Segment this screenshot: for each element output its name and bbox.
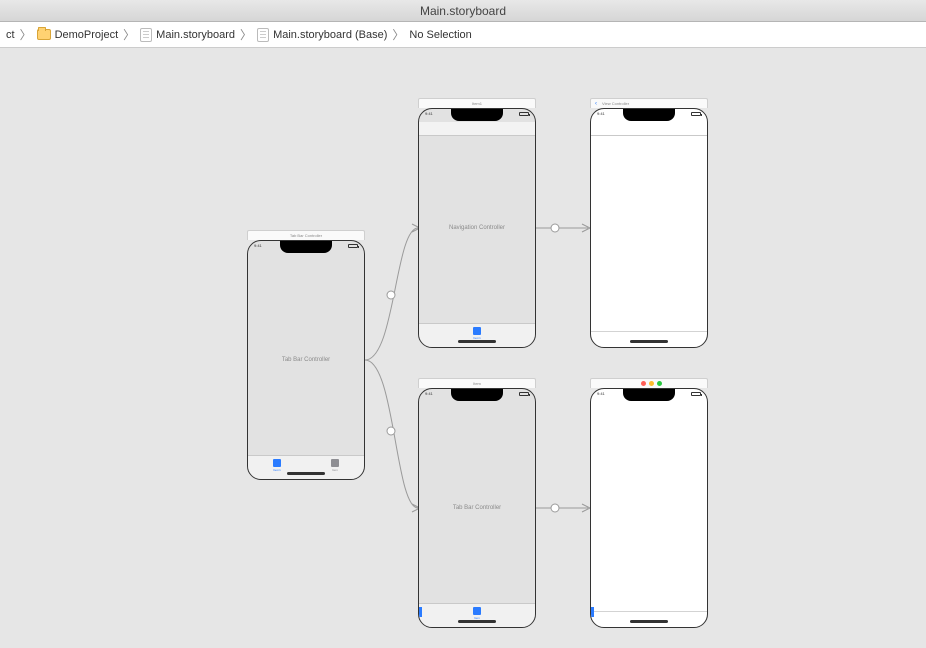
chevron-right-icon: 〉 <box>20 26 32 43</box>
controller-label: Navigation Controller <box>449 225 505 231</box>
controller-label: Tab Bar Controller <box>282 357 330 363</box>
home-indicator <box>458 620 496 623</box>
file-icon <box>140 28 152 42</box>
scene-title[interactable]: Item <box>418 378 536 388</box>
breadcrumb-label: DemoProject <box>55 29 119 41</box>
battery-icon <box>691 392 701 396</box>
status-time: 9:41 <box>425 391 433 396</box>
selection-indicator <box>419 607 422 617</box>
chevron-right-icon: 〉 <box>392 26 404 43</box>
phone-mockup[interactable]: 9:41 <box>590 388 708 628</box>
zoom-icon <box>657 381 662 386</box>
scene-title-label: Tab Bar Controller <box>290 233 322 238</box>
bottom-toolbar <box>591 611 707 627</box>
tab-item-inactive: Item <box>331 459 339 472</box>
bottom-toolbar <box>591 331 707 347</box>
notch-icon <box>280 241 332 253</box>
folder-icon <box>37 29 51 40</box>
home-indicator <box>630 620 668 623</box>
scene-view-controller-1[interactable]: View Controller 9:41 <box>590 98 708 348</box>
scene-title[interactable]: Item1 <box>418 98 536 108</box>
breadcrumb-item-storyboard[interactable]: Main.storyboard <box>140 28 235 42</box>
tab-item-active: Item1 <box>473 327 481 340</box>
breadcrumb-label: No Selection <box>409 29 471 41</box>
scene-title[interactable]: Tab Bar Controller <box>247 230 365 240</box>
controller-label: Tab Bar Controller <box>453 505 501 511</box>
battery-icon <box>691 112 701 116</box>
chevron-right-icon: 〉 <box>240 26 252 43</box>
breadcrumb-item-base[interactable]: Main.storyboard (Base) <box>257 28 387 42</box>
notch-icon <box>451 389 503 401</box>
home-indicator <box>630 340 668 343</box>
scene-view-controller-2[interactable]: 9:41 <box>590 378 708 628</box>
status-time: 9:41 <box>254 243 262 248</box>
battery-icon <box>519 392 529 396</box>
navigation-bar <box>591 122 707 136</box>
scene-navigation-controller[interactable]: Item1 9:41 Navigation Controller Item1 <box>418 98 536 348</box>
file-icon <box>257 28 269 42</box>
scene-tab-bar-controller[interactable]: Tab Bar Controller 9:41 Tab Bar Controll… <box>247 230 365 480</box>
close-icon <box>641 381 646 386</box>
square-icon <box>473 607 481 615</box>
back-chevron-icon <box>595 101 597 107</box>
breadcrumb-item-selection[interactable]: No Selection <box>409 29 471 41</box>
tab-label: Item1 <box>273 468 281 472</box>
square-icon <box>273 459 281 467</box>
minimize-icon <box>649 381 654 386</box>
breadcrumb-label: Main.storyboard <box>156 29 235 41</box>
tab-item-active: Item <box>473 607 481 620</box>
storyboard-canvas[interactable]: Tab Bar Controller 9:41 Tab Bar Controll… <box>0 48 926 648</box>
breadcrumb-label: Main.storyboard (Base) <box>273 29 387 41</box>
square-icon <box>331 459 339 467</box>
scene-tab-bar-controller-2[interactable]: Item 9:41 Tab Bar Controller Item <box>418 378 536 628</box>
selection-indicator <box>591 607 594 617</box>
breadcrumb: ct 〉 DemoProject 〉 Main.storyboard 〉 Mai… <box>0 22 926 48</box>
phone-mockup[interactable]: 9:41 Tab Bar Controller Item <box>418 388 536 628</box>
notch-icon <box>623 109 675 121</box>
notch-icon <box>451 109 503 121</box>
scene-title-label: Item <box>473 381 481 386</box>
breadcrumb-label: ct <box>6 29 15 41</box>
scene-title-label: View Controller <box>602 101 629 106</box>
breadcrumb-item-truncated[interactable]: ct <box>6 29 15 41</box>
status-time: 9:41 <box>597 111 605 116</box>
window-title: Main.storyboard <box>420 4 506 18</box>
window-titlebar: Main.storyboard <box>0 0 926 22</box>
phone-mockup[interactable]: 9:41 <box>590 108 708 348</box>
home-indicator <box>287 472 325 475</box>
tab-label: Item <box>332 468 338 472</box>
tab-bar: Item1 <box>419 323 535 347</box>
phone-mockup[interactable]: 9:41 Navigation Controller Item1 <box>418 108 536 348</box>
breadcrumb-item-project[interactable]: DemoProject <box>37 29 119 41</box>
status-time: 9:41 <box>597 391 605 396</box>
traffic-lights-icon <box>637 381 662 386</box>
scene-title[interactable] <box>590 378 708 388</box>
square-icon <box>473 327 481 335</box>
battery-icon <box>348 244 358 248</box>
tab-item-active: Item1 <box>273 459 281 472</box>
tab-bar: Item1 Item <box>248 455 364 479</box>
scene-title[interactable]: View Controller <box>590 98 708 108</box>
scene-title-label: Item1 <box>472 101 482 106</box>
notch-icon <box>623 389 675 401</box>
tab-bar: Item <box>419 603 535 627</box>
chevron-right-icon: 〉 <box>123 26 135 43</box>
status-time: 9:41 <box>425 111 433 116</box>
home-indicator <box>458 340 496 343</box>
battery-icon <box>519 112 529 116</box>
phone-mockup[interactable]: 9:41 Tab Bar Controller Item1 Item <box>247 240 365 480</box>
navigation-bar <box>419 122 535 136</box>
